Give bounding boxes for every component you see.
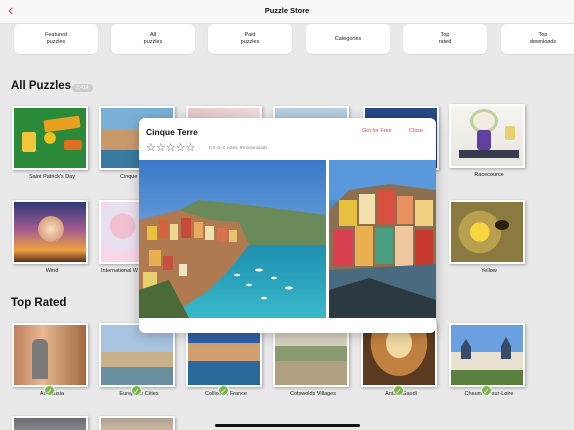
puzzle-tile[interactable]: ✓ Andalusia (12, 323, 92, 397)
puzzle-thumbnail (12, 416, 88, 430)
puzzle-thumbnail (449, 323, 525, 387)
puzzle-tile[interactable] (99, 416, 179, 430)
home-indicator (215, 424, 360, 427)
chip-top-rated[interactable]: Top rated (403, 24, 487, 54)
puzzle-tile[interactable]: ✓ European Cities (99, 323, 179, 397)
check-icon: ✓ (131, 385, 142, 396)
puzzle-tile[interactable]: ✓ Chaumont-sur-Loire (449, 323, 529, 397)
puzzle-title: Yellow (481, 268, 497, 274)
chip-categories[interactable]: Categories (306, 24, 390, 54)
puzzle-tile[interactable]: Yellow (449, 200, 529, 274)
puzzle-title: Saint Patrick's Day (29, 174, 75, 180)
puzzle-tile[interactable]: ✓ Collioure, France (186, 323, 266, 397)
puzzle-title: Cotswolds Villages (289, 391, 337, 397)
check-icon: ✓ (218, 385, 229, 396)
rating-meta: 0.0 on 0 votes, 99 downloads (209, 145, 268, 150)
all-puzzles-heading: All Puzzles (11, 80, 72, 92)
puzzle-thumbnail (12, 106, 88, 170)
check-icon: ✓ (393, 385, 404, 396)
star-rating[interactable]: ☆☆☆☆☆ (146, 141, 195, 154)
puzzle-tile[interactable]: Wind (12, 200, 92, 274)
modal-title: Cinque Terre (146, 127, 198, 137)
preview-image-right (329, 160, 436, 318)
puzzle-thumbnail (12, 323, 88, 387)
puzzle-tile[interactable] (12, 416, 92, 430)
category-chips: Featured puzzles All puzzles Paid puzzle… (0, 24, 574, 56)
puzzle-title: Wind (45, 268, 59, 274)
chip-all-puzzles[interactable]: All puzzles (111, 24, 195, 54)
get-for-free-button[interactable]: Get for Free (362, 128, 392, 134)
puzzle-title: Racecource (474, 172, 504, 178)
puzzle-detail-modal: Cinque Terre Get for Free Close ☆☆☆☆☆ 0.… (139, 118, 436, 333)
puzzle-thumbnail (449, 104, 525, 168)
page-title: Puzzle Store (264, 6, 310, 15)
puzzle-thumbnail (99, 416, 175, 430)
check-icon: ✓ (481, 385, 492, 396)
puzzle-tile[interactable]: Racecource (449, 104, 529, 178)
navigation-bar: ‹ Puzzle Store (0, 0, 574, 24)
puzzle-tile[interactable]: ✓ Antoni Gaudi (361, 323, 441, 397)
puzzle-tile[interactable]: Cotswolds Villages (273, 323, 353, 397)
close-button[interactable]: Close (409, 128, 423, 134)
chip-paid-puzzles[interactable]: Paid puzzles (208, 24, 292, 54)
puzzle-count-badge: 2,414 (72, 84, 93, 92)
puzzle-tile[interactable]: Saint Patrick's Day (12, 106, 92, 180)
top-rated-heading: Top Rated (11, 297, 67, 309)
puzzle-thumbnail (449, 200, 525, 264)
preview-image-left (139, 160, 326, 318)
chip-featured-puzzles[interactable]: Featured puzzles (14, 24, 98, 54)
chip-top-downloads[interactable]: Top downloads (501, 24, 574, 54)
check-icon: ✓ (44, 385, 55, 396)
puzzle-thumbnail (12, 200, 88, 264)
